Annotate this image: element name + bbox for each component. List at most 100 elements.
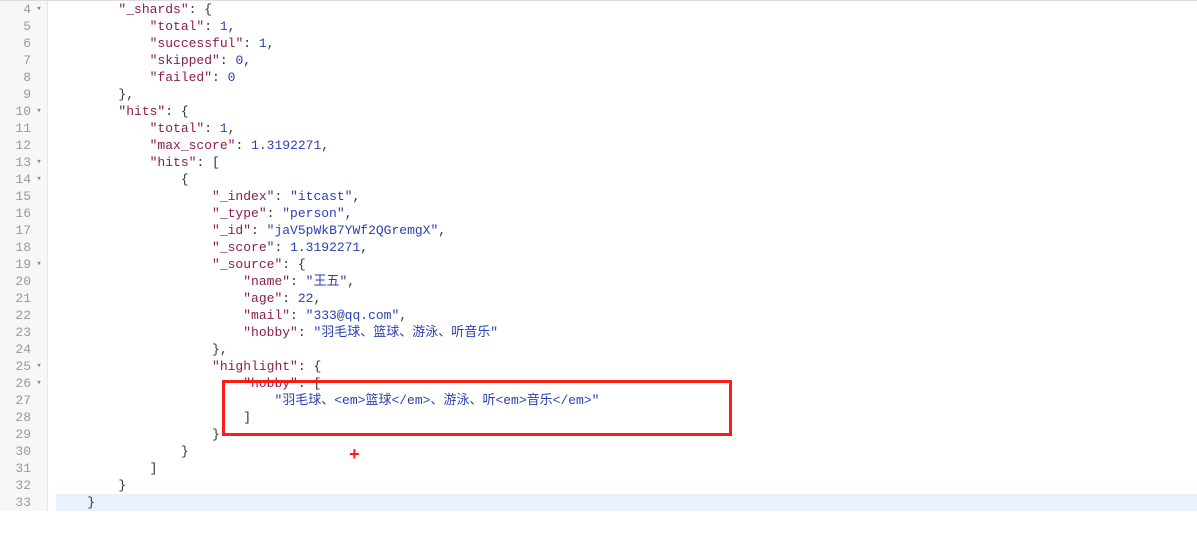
token-key: "_shards" [118,2,188,17]
token-key: "_index" [212,189,274,204]
gutter-line: 33 [0,494,47,511]
fold-toggle-icon[interactable]: ▾ [33,103,45,120]
line-number: 30 [3,443,31,460]
code-line: "_id": "jaV5pWkB7YWf2QGremgX", [56,222,1197,239]
code-line: } [56,443,1197,460]
line-number: 19 [3,256,31,273]
token-punct: : [235,138,251,153]
token-key: "_score" [212,240,274,255]
token-str: "333@qq.com" [306,308,400,323]
code-line: "_score": 1.3192271, [56,239,1197,256]
gutter-line: 10▾ [0,103,47,120]
gutter-line: 19▾ [0,256,47,273]
code-line: "total": 1, [56,18,1197,35]
gutter-line: 15 [0,188,47,205]
token-num: 1 [220,19,228,34]
gutter-line: 32 [0,477,47,494]
line-number: 8 [3,69,31,86]
line-number: 25 [3,358,31,375]
line-number: 13 [3,154,31,171]
token-punct: : { [189,2,212,17]
token-punct: : [274,189,290,204]
gutter-line: 23 [0,324,47,341]
token-punct: } [118,478,126,493]
line-number: 17 [3,222,31,239]
token-key: "age" [243,291,282,306]
line-number: 33 [3,494,31,511]
token-punct: } [87,495,95,510]
code-line: "skipped": 0, [56,52,1197,69]
gutter-line: 24 [0,341,47,358]
token-punct: : [282,291,298,306]
line-number-gutter: 4▾5678910▾111213▾14▾1516171819▾202122232… [0,1,48,511]
code-line: "_source": { [56,256,1197,273]
line-number: 21 [3,290,31,307]
gutter-line: 7 [0,52,47,69]
code-line: }, [56,86,1197,103]
token-punct: }, [118,87,134,102]
fold-toggle-icon[interactable]: ▾ [33,1,45,18]
line-number: 16 [3,205,31,222]
token-key: "_id" [212,223,251,238]
token-key: "successful" [150,36,244,51]
gutter-line: 14▾ [0,171,47,188]
line-number: 27 [3,392,31,409]
token-num: 0 [228,70,236,85]
line-number: 29 [3,426,31,443]
gutter-line: 9 [0,86,47,103]
token-punct: : [251,223,267,238]
code-line: "max_score": 1.3192271, [56,137,1197,154]
code-line: "hits": [ [56,154,1197,171]
line-number: 11 [3,120,31,137]
code-content[interactable]: "_shards": { "total": 1, "successful": 1… [48,1,1197,511]
code-line: "hobby": "羽毛球、篮球、游泳、听音乐" [56,324,1197,341]
gutter-line: 6 [0,35,47,52]
token-punct: , [347,274,355,289]
code-line: ] [56,460,1197,477]
code-line: "total": 1, [56,120,1197,137]
fold-toggle-icon[interactable]: ▾ [33,171,45,188]
token-punct: : [243,36,259,51]
token-str: "jaV5pWkB7YWf2QGremgX" [267,223,439,238]
fold-toggle-icon[interactable]: ▾ [33,375,45,392]
token-punct: , [243,53,251,68]
line-number: 6 [3,35,31,52]
line-number: 31 [3,460,31,477]
token-punct: , [399,308,407,323]
code-line: }, [56,341,1197,358]
line-number: 7 [3,52,31,69]
fold-toggle-icon[interactable]: ▾ [33,154,45,171]
code-editor[interactable]: 4▾5678910▾111213▾14▾1516171819▾202122232… [0,0,1197,547]
token-punct: , [228,121,236,136]
token-key: "max_score" [150,138,236,153]
gutter-line: 26▾ [0,375,47,392]
token-punct: , [313,291,321,306]
token-punct: : { [298,359,321,374]
line-number: 14 [3,171,31,188]
code-line: } [56,494,1197,511]
token-key: "hits" [118,104,165,119]
token-punct: : [220,53,236,68]
gutter-line: 27 [0,392,47,409]
token-punct: , [360,240,368,255]
line-number: 15 [3,188,31,205]
fold-toggle-icon[interactable]: ▾ [33,256,45,273]
fold-toggle-icon[interactable]: ▾ [33,358,45,375]
line-number: 22 [3,307,31,324]
line-number: 10 [3,103,31,120]
token-punct: , [321,138,329,153]
token-str: "person" [282,206,344,221]
token-punct: } [181,444,189,459]
token-str: "羽毛球、<em>篮球</em>、游泳、听<em>音乐</em>" [274,393,599,408]
token-num: 1.3192271 [290,240,360,255]
gutter-line: 21 [0,290,47,307]
token-num: 1 [259,36,267,51]
gutter-line: 16 [0,205,47,222]
gutter-line: 29 [0,426,47,443]
token-punct: : { [165,104,188,119]
token-punct: : [204,19,220,34]
code-line: "name": "王五", [56,273,1197,290]
code-line: "failed": 0 [56,69,1197,86]
token-key: "hobby" [243,325,298,340]
line-number: 24 [3,341,31,358]
